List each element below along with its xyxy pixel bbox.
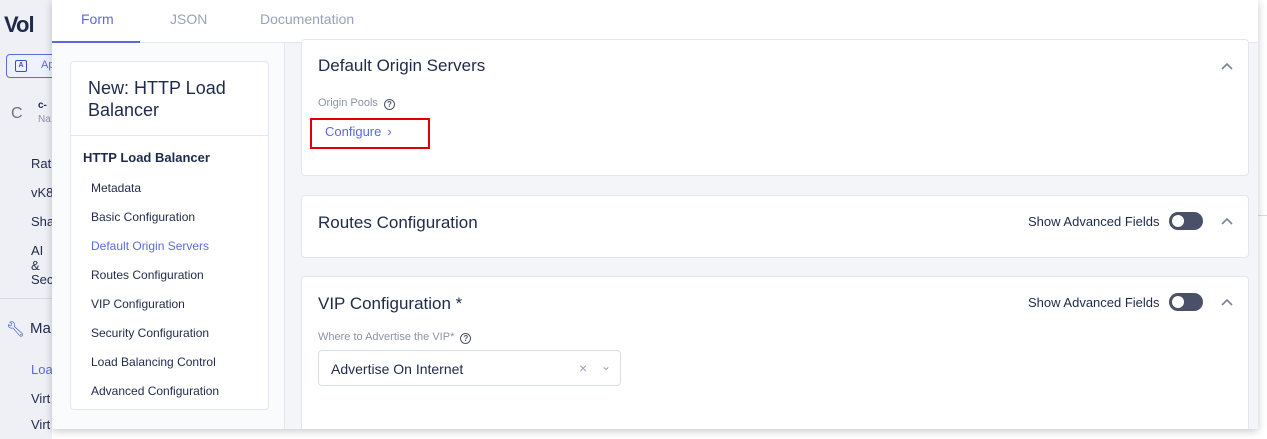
nav-item-default-origin-servers[interactable]: Default Origin Servers (91, 239, 209, 253)
form-content-pane: Default Origin Servers Origin Pools? Con… (285, 39, 1258, 429)
context-name[interactable]: c- (38, 100, 47, 111)
load-balancer-form-panel: Form JSON Documentation New: HTTP Load B… (52, 0, 1258, 429)
sidebar-item[interactable]: AI & (31, 243, 52, 273)
nav-item-advanced-configuration[interactable]: Advanced Configuration (91, 384, 219, 398)
origin-pools-label: Origin Pools? (318, 97, 395, 110)
nav-item-basic-configuration[interactable]: Basic Configuration (91, 210, 195, 224)
show-advanced-fields-label: Show Advanced Fields (1028, 295, 1160, 310)
sidebar-subitem-active[interactable]: Loa (31, 362, 52, 377)
section-title: Routes Configuration (318, 213, 478, 232)
sidebar-subitem[interactable]: Virt (31, 417, 50, 432)
brand-logo: Vol (4, 12, 35, 37)
sidebar-divider (0, 298, 52, 299)
show-advanced-fields-toggle[interactable] (1169, 212, 1203, 230)
app-switcher-label: Ap (41, 59, 52, 71)
app-icon: A (15, 60, 27, 72)
chevron-up-icon[interactable] (1218, 293, 1236, 311)
background-sidebar: Vol A Ap C c- Na Rat vK8 Sha AI & Sec 🔧︎… (0, 0, 52, 439)
show-advanced-fields-toggle[interactable] (1169, 293, 1203, 311)
advertise-vip-label: Where to Advertise the VIP*? (318, 331, 472, 344)
advertise-vip-label-text: Where to Advertise the VIP* (318, 331, 455, 343)
origin-pools-label-text: Origin Pools (318, 97, 378, 109)
nav-divider (71, 135, 268, 136)
sidebar-item[interactable]: Sha (31, 214, 52, 229)
sidebar-section-manage[interactable]: Ma (30, 320, 51, 337)
sidebar-item[interactable]: Rat (31, 156, 51, 171)
section-vip-configuration: VIP Configuration * Show Advanced Fields… (301, 276, 1249, 429)
sidebar-item[interactable]: vK8 (31, 185, 52, 200)
nav-item-vip-configuration[interactable]: VIP Configuration (91, 297, 185, 311)
advertise-vip-select[interactable]: Advertise On Internet × ⌄ (318, 350, 621, 386)
section-default-origin-servers: Default Origin Servers Origin Pools? Con… (301, 39, 1249, 176)
chevron-up-icon[interactable] (1218, 57, 1236, 75)
section-title: Default Origin Servers (318, 56, 486, 75)
section-title: VIP Configuration * (318, 294, 463, 313)
toggle-knob (1172, 296, 1184, 308)
nav-item-load-balancing-control[interactable]: Load Balancing Control (91, 355, 216, 369)
app-switcher-button[interactable]: A Ap (6, 54, 52, 78)
toggle-knob (1172, 215, 1184, 227)
nav-heading[interactable]: HTTP Load Balancer (83, 150, 210, 165)
context-initial: C (11, 105, 23, 122)
sidebar-item[interactable]: Sec (31, 272, 52, 287)
nav-item-routes-configuration[interactable]: Routes Configuration (91, 268, 204, 282)
context-subtitle: Na (38, 114, 51, 125)
form-navigation-pane: New: HTTP Load Balancer HTTP Load Balanc… (52, 43, 285, 429)
form-title: New: HTTP Load Balancer (88, 78, 226, 120)
nav-item-metadata[interactable]: Metadata (91, 181, 141, 195)
select-value: Advertise On Internet (331, 361, 464, 377)
tab-form[interactable]: Form (81, 11, 114, 27)
highlight-box (310, 118, 430, 149)
show-advanced-fields-label: Show Advanced Fields (1028, 214, 1160, 229)
section-routes-configuration: Routes Configuration Show Advanced Field… (301, 195, 1249, 258)
tab-json[interactable]: JSON (170, 11, 207, 27)
chevron-down-icon[interactable]: ⌄ (601, 359, 611, 373)
background-divider (1258, 215, 1267, 216)
clear-icon[interactable]: × (579, 360, 587, 376)
tab-bar: Form JSON Documentation (52, 0, 1258, 43)
sidebar-subitem[interactable]: Virt (31, 391, 50, 406)
form-navigation-card: New: HTTP Load Balancer HTTP Load Balanc… (70, 61, 269, 410)
chevron-up-icon[interactable] (1218, 212, 1236, 230)
tab-documentation[interactable]: Documentation (260, 11, 354, 27)
help-icon[interactable]: ? (460, 333, 472, 344)
help-icon[interactable]: ? (383, 99, 395, 110)
wrench-icon: 🔧︎ (6, 321, 26, 338)
nav-item-security-configuration[interactable]: Security Configuration (91, 326, 209, 340)
